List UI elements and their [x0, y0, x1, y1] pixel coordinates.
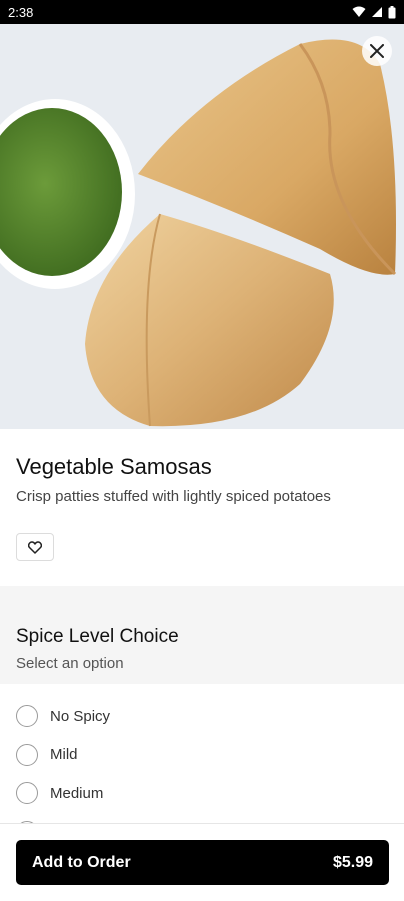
- close-icon: [370, 44, 384, 58]
- item-title: Vegetable Samosas: [16, 454, 212, 479]
- modifier-group-title: Spice Level Choice: [16, 626, 179, 647]
- heart-icon: [28, 540, 42, 554]
- option-label: No Spicy: [50, 707, 111, 725]
- samosa-photo: [0, 24, 404, 429]
- signal-icon: [372, 7, 382, 17]
- add-to-order-button[interactable]: Add to Order $5.99: [16, 840, 389, 885]
- add-to-order-label: Add to Order: [32, 853, 131, 871]
- option-no-spicy[interactable]: No Spicy: [0, 697, 404, 736]
- close-button[interactable]: [362, 36, 392, 66]
- radio-button[interactable]: [16, 782, 38, 805]
- item-image: [0, 24, 404, 429]
- option-label: Mild: [50, 746, 78, 764]
- option-label: Medium: [50, 784, 104, 802]
- radio-button[interactable]: [16, 705, 38, 728]
- item-description: Crisp patties stuffed with lightly spice…: [16, 488, 331, 505]
- option-medium[interactable]: Medium: [0, 774, 404, 813]
- wifi-icon: [352, 6, 366, 17]
- modifier-group-subtitle: Select an option: [16, 655, 124, 672]
- battery-icon: [388, 5, 396, 18]
- price-label: $5.99: [332, 853, 373, 871]
- status-bar: 2:38: [0, 0, 404, 24]
- option-mild[interactable]: Mild: [0, 736, 404, 775]
- bottom-bar: Add to Order $5.99: [0, 823, 404, 901]
- radio-button[interactable]: [16, 743, 38, 766]
- status-icons: [352, 5, 396, 19]
- favorite-button[interactable]: [16, 533, 54, 561]
- modifier-group-header: Spice Level Choice Select an option: [0, 586, 404, 684]
- status-time: 2:38: [8, 4, 34, 20]
